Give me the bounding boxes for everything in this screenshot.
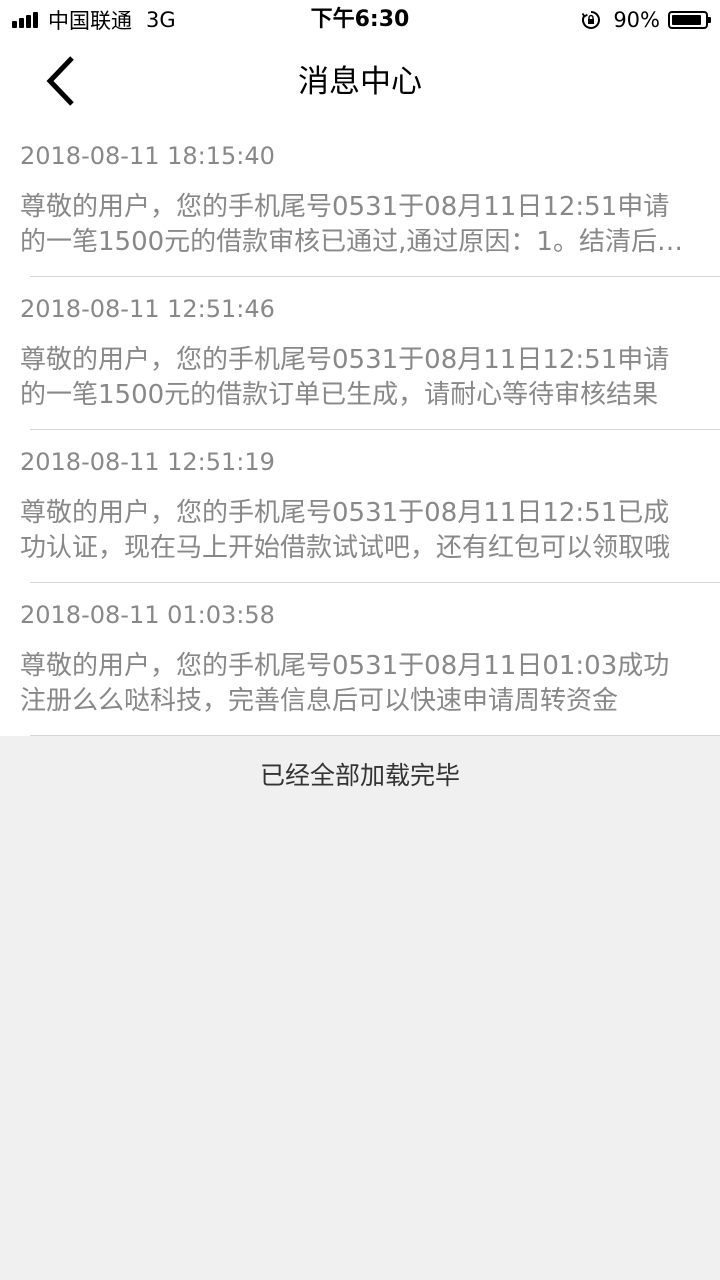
message-item[interactable]: 2018-08-11 01:03:58 尊敬的用户，您的手机尾号0531于08月… xyxy=(0,583,720,736)
orientation-lock-icon xyxy=(582,11,601,29)
message-time: 2018-08-11 01:03:58 xyxy=(20,601,275,629)
message-item[interactable]: 2018-08-11 18:15:40 尊敬的用户，您的手机尾号0531于08月… xyxy=(0,124,720,277)
message-body: 尊敬的用户，您的手机尾号0531于08月11日12:51申请的一笔1500元的借… xyxy=(20,345,670,410)
message-body: 尊敬的用户，您的手机尾号0531于08月11日01:03成功注册么么哒科技，完善… xyxy=(20,651,670,716)
message-item[interactable]: 2018-08-11 12:51:46 尊敬的用户，您的手机尾号0531于08月… xyxy=(0,277,720,430)
page-title: 消息中心 xyxy=(298,64,422,100)
battery-icon xyxy=(668,11,711,29)
load-complete-text: 已经全部加载完毕 xyxy=(259,761,460,790)
battery-percent: 90% xyxy=(613,8,660,32)
message-time: 2018-08-11 12:51:46 xyxy=(20,295,275,323)
message-body: 尊敬的用户，您的手机尾号0531于08月11日12:51申请的一笔1500元的借… xyxy=(20,192,683,257)
battery-level xyxy=(672,15,701,25)
status-right: 90% xyxy=(581,0,711,40)
message-time: 2018-08-11 18:15:40 xyxy=(20,142,275,170)
message-item[interactable]: 2018-08-11 12:51:19 尊敬的用户，您的手机尾号0531于08月… xyxy=(0,430,720,583)
message-body: 尊敬的用户，您的手机尾号0531于08月11日12:51已成功认证，现在马上开始… xyxy=(20,498,671,563)
divider xyxy=(30,735,720,736)
message-list: 2018-08-11 18:15:40 尊敬的用户，您的手机尾号0531于08月… xyxy=(0,124,720,736)
status-bar: 中国联通 3G 下午6:30 90% xyxy=(0,0,720,40)
nav-bar: 消息中心 xyxy=(0,40,720,124)
message-time: 2018-08-11 12:51:19 xyxy=(20,448,275,476)
